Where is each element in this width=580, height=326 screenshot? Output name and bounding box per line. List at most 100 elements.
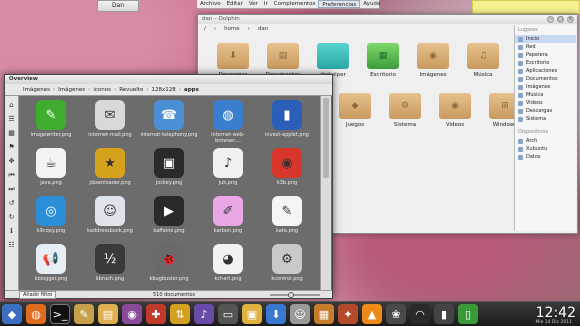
- folder-item[interactable]: ▦ Escritorio: [358, 43, 408, 78]
- maximize-icon[interactable]: □: [557, 16, 564, 23]
- move-icon[interactable]: ✥: [7, 156, 17, 166]
- red-app-icon[interactable]: ✚: [146, 304, 166, 324]
- device-item[interactable]: Datos: [515, 153, 576, 161]
- rotate-right-icon[interactable]: ↻: [7, 212, 17, 222]
- info-icon[interactable]: ℹ: [7, 226, 17, 236]
- thumbnail-item[interactable]: 📢 kblogger.png: [22, 244, 80, 282]
- menu-item[interactable]: Ver: [246, 0, 261, 8]
- folder-item[interactable]: ◉ Imágenes: [408, 43, 458, 78]
- list-view-icon[interactable]: ☰: [7, 114, 17, 124]
- places-item[interactable]: Aplicaciones: [515, 67, 576, 75]
- thumbnail-item[interactable]: ☕ java.png: [22, 148, 80, 186]
- places-item[interactable]: Sistema: [515, 115, 576, 123]
- thumbnail-item[interactable]: ⚙ kcontrol.png: [258, 244, 316, 282]
- folder-item[interactable]: ▤Documentos: [258, 43, 308, 78]
- thumbnail-item[interactable]: 🐞 kbugbuster.png: [140, 244, 198, 282]
- places-item[interactable]: Videos: [515, 99, 576, 107]
- places-item[interactable]: Imágenes: [515, 83, 576, 91]
- breadcrumb-item[interactable]: /: [202, 25, 208, 34]
- thumbnail-item[interactable]: ▣ jockey.png: [140, 148, 198, 186]
- device-item[interactable]: Xubuntu: [515, 145, 576, 153]
- grid-view-icon[interactable]: ▦: [7, 128, 17, 138]
- monitor-icon[interactable]: ▭: [218, 304, 238, 324]
- thumbnail-item[interactable]: ◕ kchart.png: [199, 244, 257, 282]
- network-icon[interactable]: ▮: [434, 304, 454, 324]
- zoom-slider[interactable]: [270, 294, 320, 296]
- path-segment[interactable]: Revuelto: [119, 87, 143, 93]
- menu-item[interactable]: Complementos: [271, 0, 319, 8]
- menu-item[interactable]: Ir: [261, 0, 271, 8]
- close-icon[interactable]: ×: [567, 16, 574, 23]
- path-segment[interactable]: 128x128: [152, 87, 176, 93]
- places-item[interactable]: Documentos: [515, 75, 576, 83]
- thumbnail-item[interactable]: ✉ internet-mail.png: [81, 100, 139, 138]
- last-icon[interactable]: ⏭: [7, 184, 17, 194]
- home-icon[interactable]: ⌂: [7, 100, 17, 110]
- path-segment[interactable]: Imágenes: [58, 87, 85, 93]
- places-item[interactable]: Descargas: [515, 107, 576, 115]
- thumbnail-item[interactable]: ◍ internet-web-browser....: [199, 100, 257, 144]
- image-viewer-icon[interactable]: ▣: [242, 304, 262, 324]
- path-segment[interactable]: Imágenes: [23, 87, 50, 93]
- minimize-icon[interactable]: –: [547, 16, 554, 23]
- thumbnail-item[interactable]: ◎ k9copy.png: [22, 196, 80, 234]
- flower-icon[interactable]: ❀: [386, 304, 406, 324]
- device-item[interactable]: Arch: [515, 137, 576, 145]
- package-icon[interactable]: ▦: [314, 304, 334, 324]
- thumbnail-item[interactable]: ☎ internet-telephony.png: [140, 100, 198, 138]
- folder-icon[interactable]: ▤: [98, 304, 118, 324]
- menu-item[interactable]: Ayuda: [360, 0, 383, 8]
- firefox-icon[interactable]: ◍: [26, 304, 46, 324]
- kickoff-icon[interactable]: ◆: [2, 304, 22, 324]
- path-segment[interactable]: apps: [184, 87, 199, 93]
- folder-item[interactable]: ⚙ Sistema: [380, 93, 430, 128]
- user-button[interactable]: Dan: [97, 0, 139, 12]
- battery-icon[interactable]: ▯: [458, 304, 478, 324]
- first-icon[interactable]: ⏮: [7, 170, 17, 180]
- flag-icon[interactable]: ⚑: [7, 142, 17, 152]
- scrollbar[interactable]: [320, 96, 331, 292]
- add-filter-button[interactable]: Añadir filtro: [19, 291, 57, 299]
- breadcrumb-item[interactable]: home: [222, 25, 242, 34]
- media-icon[interactable]: ♪: [194, 304, 214, 324]
- zoom-slider-handle[interactable]: [288, 292, 294, 298]
- rotate-left-icon[interactable]: ↺: [7, 198, 17, 208]
- places-item[interactable]: Red: [515, 43, 576, 51]
- headphones-icon[interactable]: ◠: [410, 304, 430, 324]
- thumbnail-item[interactable]: ✐ karbon.png: [199, 196, 257, 234]
- thumbnail-item[interactable]: ✎ kate.png: [258, 196, 316, 234]
- thumbnail-item[interactable]: ½ kbruch.png: [81, 244, 139, 282]
- terminal-icon[interactable]: >_: [50, 304, 70, 324]
- chat-icon[interactable]: ☺: [290, 304, 310, 324]
- clock-time[interactable]: 12:42: [536, 305, 576, 321]
- eye-icon[interactable]: ◉: [122, 304, 142, 324]
- folder-item[interactable]: ◆ Juegos: [330, 93, 380, 128]
- fire-icon[interactable]: ✦: [338, 304, 358, 324]
- folder-item[interactable]: dwhelper: [308, 43, 358, 78]
- thumbnail-item[interactable]: ◉ k3b.png: [258, 148, 316, 186]
- menu-item[interactable]: Editar: [224, 0, 246, 8]
- folder-item[interactable]: ⬇Descargas: [208, 43, 258, 78]
- breadcrumb-item[interactable]: dan: [256, 25, 270, 34]
- settings-icon[interactable]: ☷: [7, 240, 17, 250]
- thumbnail-item[interactable]: ★ jdownloader.png: [81, 148, 139, 186]
- places-item[interactable]: Música: [515, 91, 576, 99]
- ftp-icon[interactable]: ⇅: [170, 304, 190, 324]
- menu-item[interactable]: Archivo: [197, 0, 224, 8]
- places-item[interactable]: Escritorio: [515, 59, 576, 67]
- thumbnail-item[interactable]: ☺ kaddressbook.png: [81, 196, 139, 234]
- scrollbar-thumb[interactable]: [323, 98, 329, 178]
- thumbnail-item[interactable]: ▮ invest-applet.png: [258, 100, 316, 138]
- path-segment[interactable]: iconos: [93, 87, 111, 93]
- vlc-icon[interactable]: ▲: [362, 304, 382, 324]
- notes-icon[interactable]: ✎: [74, 304, 94, 324]
- menu-item[interactable]: Preferencias: [318, 0, 361, 8]
- folder-item[interactable]: ◉ Videos: [430, 93, 480, 128]
- thumbnail-item[interactable]: ✎ imagewriter.png: [22, 100, 80, 138]
- places-item[interactable]: Inicio: [515, 35, 576, 43]
- thumbnail-item[interactable]: ▶ kaffeine.png: [140, 196, 198, 234]
- folder-item[interactable]: ♫ Música: [458, 43, 508, 78]
- thumbnail-item[interactable]: ♪ juk.png: [199, 148, 257, 186]
- download-icon[interactable]: ⬇: [266, 304, 286, 324]
- places-item[interactable]: Papelera: [515, 51, 576, 59]
